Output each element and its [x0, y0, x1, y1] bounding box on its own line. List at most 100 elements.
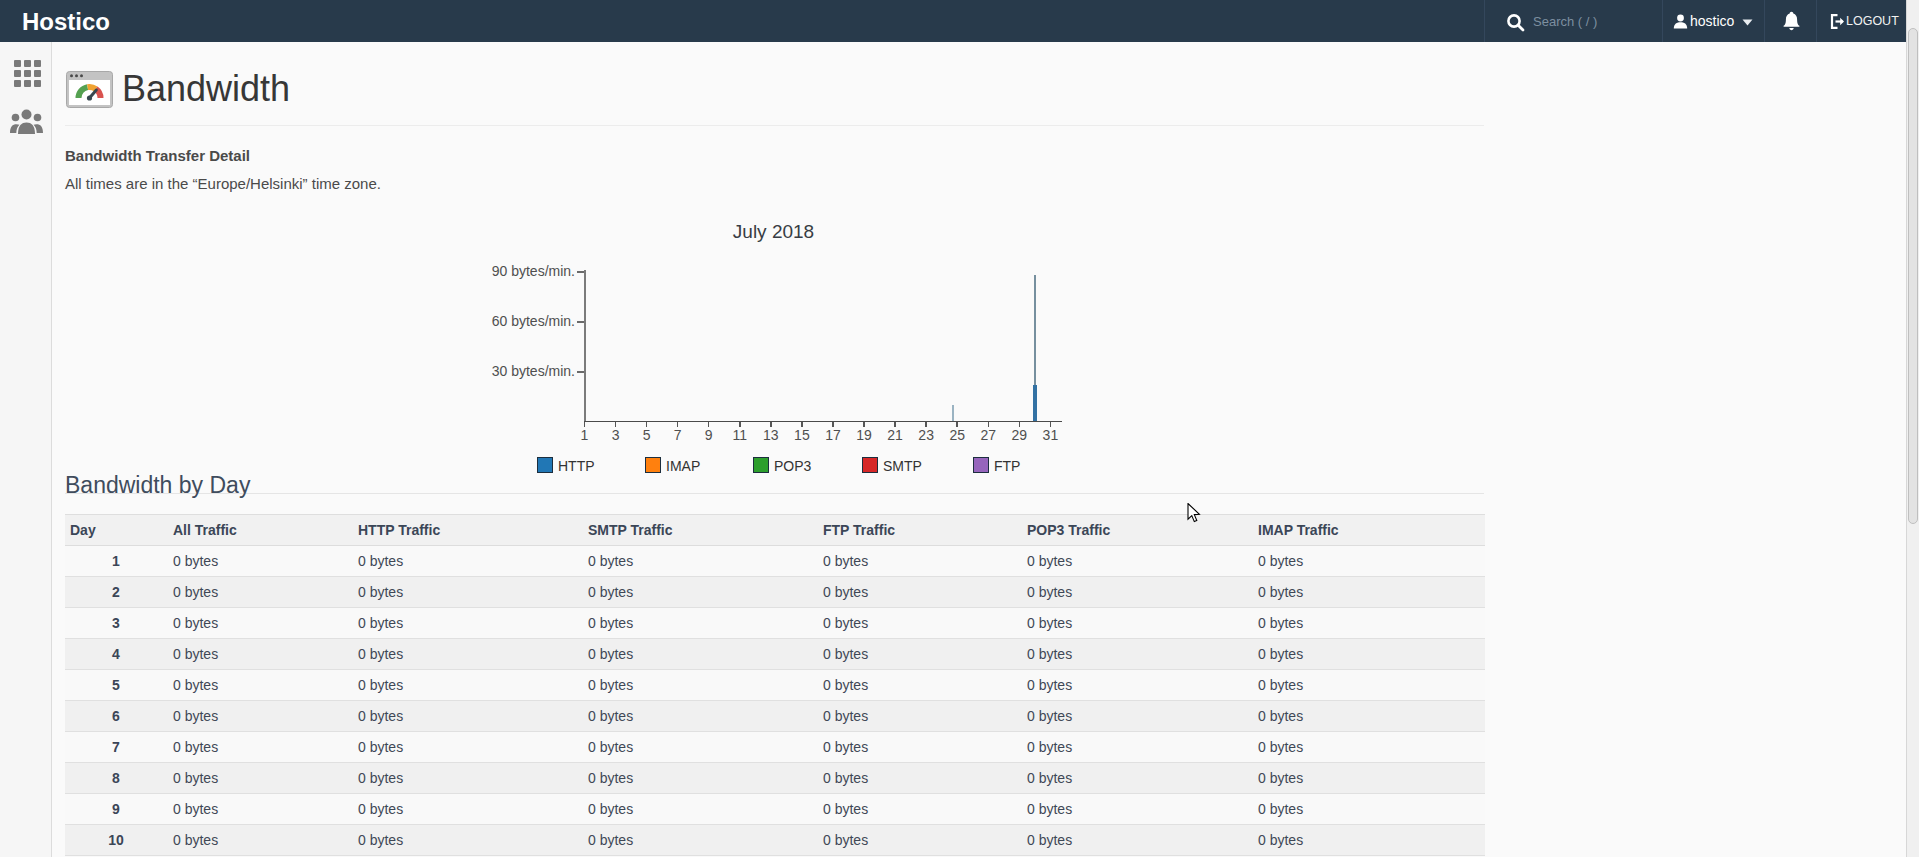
table-cell-value: 0 bytes: [173, 670, 218, 700]
chart-x-axis: [584, 421, 1062, 423]
apps-grid-icon[interactable]: [14, 60, 41, 87]
table-cell-value: 0 bytes: [173, 825, 218, 855]
table-row: 70 bytes0 bytes0 bytes0 bytes0 bytes0 by…: [65, 732, 1485, 763]
table-column-header: Day: [70, 515, 96, 545]
table-cell-value: 0 bytes: [173, 701, 218, 731]
table-cell-value: 0 bytes: [1027, 608, 1072, 638]
smtp-legend-swatch: [862, 457, 878, 473]
table-row: 80 bytes0 bytes0 bytes0 bytes0 bytes0 by…: [65, 763, 1485, 794]
chevron-down-icon[interactable]: [1742, 19, 1753, 26]
chart-x-tick-label: 1: [570, 427, 600, 443]
chart-x-tick-label: 11: [725, 427, 755, 443]
timezone-note: All times are in the “Europe/Helsinki” t…: [65, 175, 381, 192]
section-heading: Bandwidth Transfer Detail: [65, 147, 250, 164]
table-cell-value: 0 bytes: [823, 732, 868, 762]
table-column-header: IMAP Traffic: [1258, 515, 1339, 545]
table-cell-value: 0 bytes: [588, 794, 633, 824]
table-cell-value: 0 bytes: [173, 794, 218, 824]
table-column-header: FTP Traffic: [823, 515, 895, 545]
table-cell-value: 0 bytes: [173, 608, 218, 638]
table-cell-value: 0 bytes: [588, 608, 633, 638]
table-cell-value: 0 bytes: [173, 732, 218, 762]
user-icon: [1673, 14, 1688, 29]
table-cell-value: 0 bytes: [1027, 670, 1072, 700]
table-header-row: DayAll TrafficHTTP TrafficSMTP TrafficFT…: [65, 514, 1485, 546]
table-cell-value: 0 bytes: [358, 794, 403, 824]
chart-y-tick: [577, 321, 584, 323]
title-divider: [65, 125, 1484, 126]
table-cell-day: 10: [65, 825, 167, 855]
chart-data-spike: [1033, 385, 1037, 422]
table-cell-value: 0 bytes: [1258, 732, 1303, 762]
scrollbar-thumb[interactable]: [1908, 28, 1918, 524]
table-cell-value: 0 bytes: [1027, 701, 1072, 731]
bell-icon[interactable]: [1783, 11, 1800, 31]
imap-legend-swatch: [645, 457, 661, 473]
table-cell-value: 0 bytes: [823, 763, 868, 793]
chart-y-tick: [577, 271, 584, 273]
table-cell-value: 0 bytes: [1258, 794, 1303, 824]
table-cell-value: 0 bytes: [588, 732, 633, 762]
logout-button[interactable]: LOGOUT: [1846, 0, 1899, 42]
table-cell-value: 0 bytes: [358, 825, 403, 855]
table-cell-value: 0 bytes: [588, 577, 633, 607]
search-icon[interactable]: [1506, 13, 1525, 32]
table-column-header: SMTP Traffic: [588, 515, 673, 545]
table-cell-day: 7: [65, 732, 167, 762]
header-divider: [1816, 0, 1817, 42]
table-cell-value: 0 bytes: [1027, 546, 1072, 576]
table-row: 20 bytes0 bytes0 bytes0 bytes0 bytes0 by…: [65, 577, 1485, 608]
chart-y-tick-label: 90 bytes/min.: [440, 263, 575, 279]
table-cell-value: 0 bytes: [358, 639, 403, 669]
header-divider: [1764, 0, 1765, 42]
table-cell-value: 0 bytes: [358, 546, 403, 576]
table-cell-value: 0 bytes: [823, 577, 868, 607]
http-legend-swatch: [537, 457, 553, 473]
table-cell-value: 0 bytes: [823, 825, 868, 855]
table-cell-day: 1: [65, 546, 167, 576]
chart-x-tick-label: 3: [601, 427, 631, 443]
smtp-legend-label: SMTP: [883, 458, 922, 474]
user-menu[interactable]: hostico: [1690, 0, 1734, 42]
table-row: 40 bytes0 bytes0 bytes0 bytes0 bytes0 by…: [65, 639, 1485, 670]
chart-x-tick-label: 25: [942, 427, 972, 443]
chart-x-tick-label: 21: [880, 427, 910, 443]
table-column-header: All Traffic: [173, 515, 237, 545]
table-cell-value: 0 bytes: [1258, 639, 1303, 669]
pop3-legend-label: POP3: [774, 458, 811, 474]
bandwidth-page-icon: [66, 71, 113, 108]
logout-icon[interactable]: [1830, 14, 1845, 29]
table-cell-value: 0 bytes: [823, 608, 868, 638]
table-cell-value: 0 bytes: [1027, 763, 1072, 793]
chart-x-tick-label: 7: [663, 427, 693, 443]
search-input[interactable]: Search ( / ): [1533, 0, 1597, 42]
table-cell-value: 0 bytes: [588, 546, 633, 576]
table-cell-value: 0 bytes: [1258, 670, 1303, 700]
table-row: 50 bytes0 bytes0 bytes0 bytes0 bytes0 by…: [65, 670, 1485, 701]
table-cell-value: 0 bytes: [1258, 763, 1303, 793]
table-cell-value: 0 bytes: [358, 763, 403, 793]
table-cell-value: 0 bytes: [173, 639, 218, 669]
chart-x-tick-label: 31: [1035, 427, 1065, 443]
header-divider: [1484, 0, 1485, 42]
chart-x-tick-label: 9: [694, 427, 724, 443]
table-row: 90 bytes0 bytes0 bytes0 bytes0 bytes0 by…: [65, 794, 1485, 825]
table-cell-value: 0 bytes: [358, 608, 403, 638]
table-row: 10 bytes0 bytes0 bytes0 bytes0 bytes0 by…: [65, 546, 1485, 577]
table-cell-value: 0 bytes: [1258, 825, 1303, 855]
brand-logo[interactable]: Hostico: [22, 0, 110, 42]
table-column-header: POP3 Traffic: [1027, 515, 1110, 545]
ftp-legend-label: FTP: [994, 458, 1020, 474]
table-cell-value: 0 bytes: [1258, 546, 1303, 576]
table-cell-value: 0 bytes: [588, 670, 633, 700]
table-row: 30 bytes0 bytes0 bytes0 bytes0 bytes0 by…: [65, 608, 1485, 639]
users-icon[interactable]: [10, 108, 43, 134]
table-cell-value: 0 bytes: [1258, 577, 1303, 607]
table-cell-value: 0 bytes: [358, 701, 403, 731]
table-cell-day: 4: [65, 639, 167, 669]
chart-x-tick-label: 29: [1004, 427, 1034, 443]
table-cell-value: 0 bytes: [823, 701, 868, 731]
chart-data-spike: [952, 405, 954, 422]
table-cell-value: 0 bytes: [1027, 577, 1072, 607]
chart-y-tick-label: 60 bytes/min.: [440, 313, 575, 329]
